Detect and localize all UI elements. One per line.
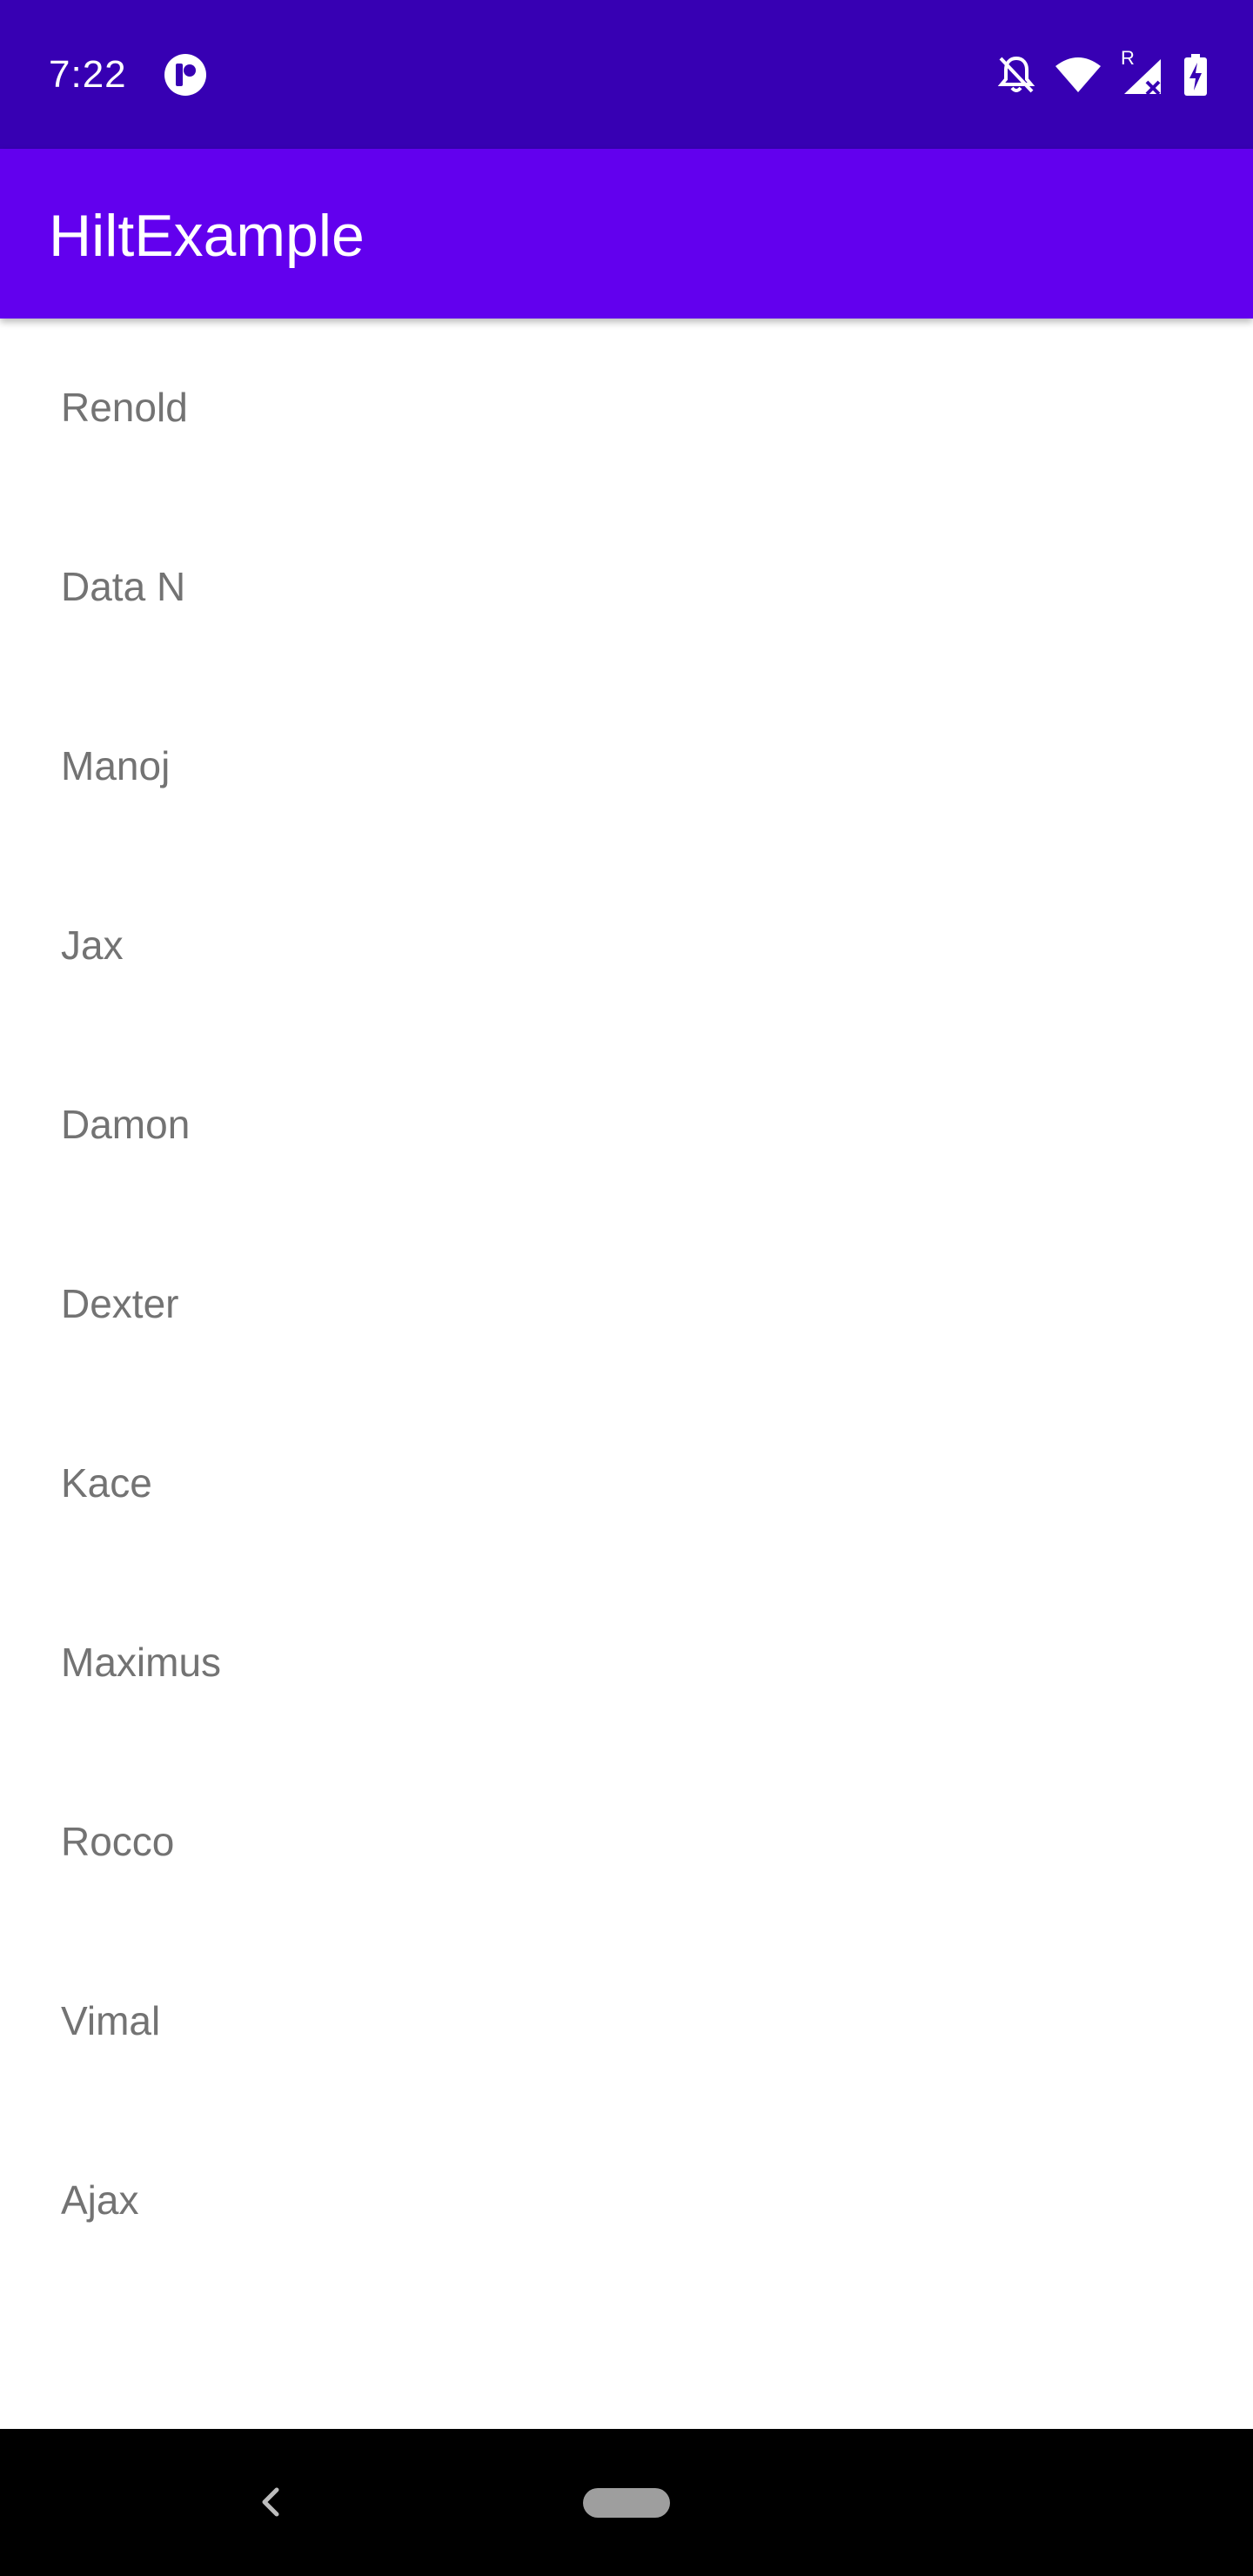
list-item[interactable]: Data N <box>0 498 1253 677</box>
list-item[interactable]: Vimal <box>0 1932 1253 2111</box>
app-bar: HiltExample <box>0 149 1253 319</box>
back-icon[interactable] <box>252 2478 289 2526</box>
list-item-label: Ajax <box>61 2177 139 2223</box>
roaming-label: R <box>1121 47 1135 69</box>
list-item-label: Damon <box>61 1102 191 1147</box>
list-item[interactable]: Kace <box>0 1394 1253 1573</box>
list-item-label: Maximus <box>61 1640 222 1685</box>
list-item[interactable]: Manoj <box>0 677 1253 856</box>
navigation-bar <box>0 2429 1253 2576</box>
list-item[interactable]: Ajax <box>0 2111 1253 2291</box>
list-item-label: Manoj <box>61 743 171 788</box>
list-item[interactable]: Damon <box>0 1036 1253 1215</box>
battery-charging-icon <box>1183 54 1208 96</box>
list-item-label: Dexter <box>61 1281 179 1326</box>
home-pill-icon[interactable] <box>583 2488 670 2518</box>
status-bar: 7:22 R <box>0 0 1253 149</box>
list-item[interactable]: Jax <box>0 856 1253 1036</box>
list-item[interactable]: Renold <box>0 319 1253 498</box>
wifi-icon <box>1055 56 1102 94</box>
list-item-label: Renold <box>61 385 188 430</box>
list-item-label: Rocco <box>61 1819 175 1864</box>
list-item[interactable]: Rocco <box>0 1753 1253 1932</box>
list-item-label: Kace <box>61 1460 152 1506</box>
status-time: 7:22 <box>49 53 127 96</box>
list-item[interactable]: Dexter <box>0 1215 1253 1394</box>
signal-roaming-icon: R <box>1121 47 1164 96</box>
name-list[interactable]: Renold Data N Manoj Jax Damon Dexter Kac… <box>0 319 1253 2429</box>
list-item-label: Data N <box>61 564 186 609</box>
list-item[interactable]: Maximus <box>0 1573 1253 1753</box>
bell-off-icon <box>997 55 1035 95</box>
app-title: HiltExample <box>49 203 365 269</box>
app-notification-icon <box>164 53 207 97</box>
list-item-label: Vimal <box>61 1998 161 2043</box>
list-item-label: Jax <box>61 922 124 968</box>
status-icons: R <box>997 47 1208 97</box>
